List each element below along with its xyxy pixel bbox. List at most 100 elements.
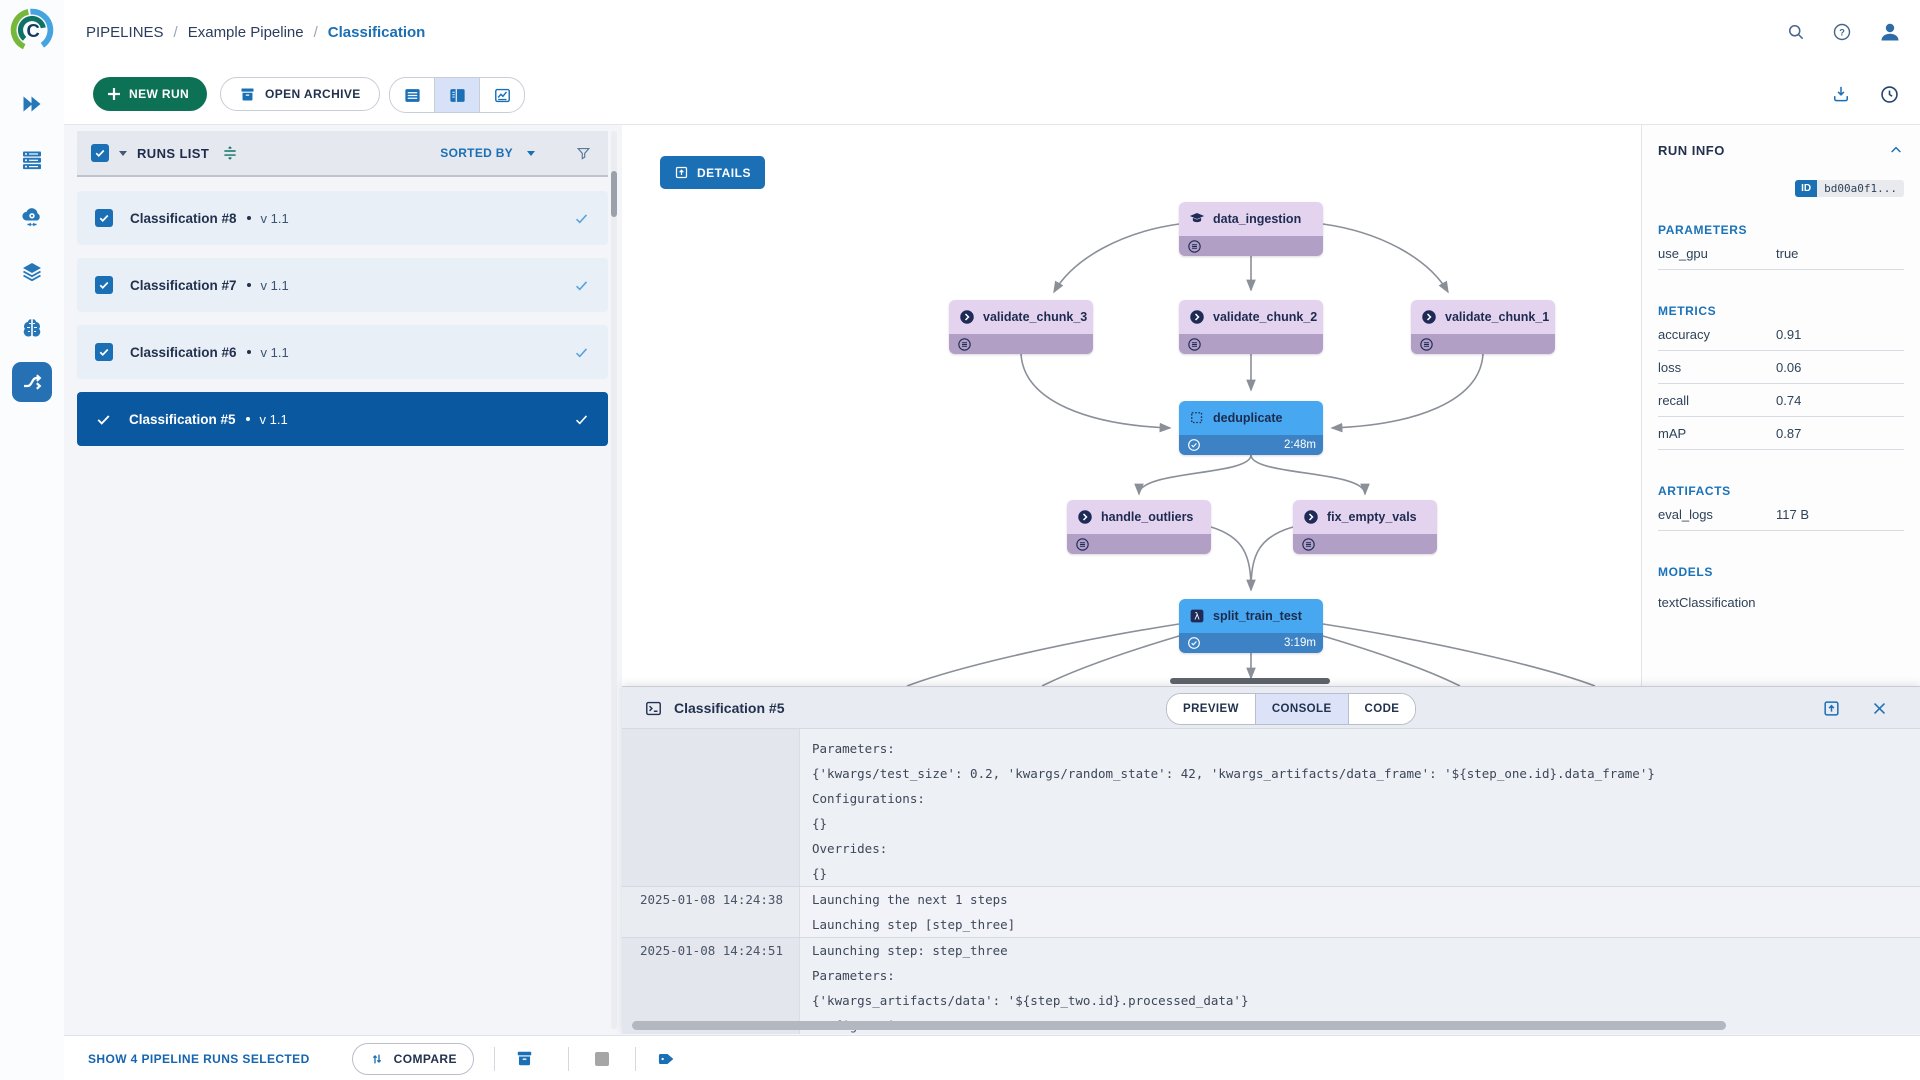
step-icon (1420, 308, 1438, 326)
split-view-button[interactable] (435, 78, 480, 112)
run-checkbox[interactable] (95, 209, 113, 227)
footer-bar: SHOW 4 PIPELINE RUNS SELECTED COMPARE (64, 1035, 1920, 1080)
sidebar-item-pipelines[interactable] (12, 362, 52, 402)
dag-node-fix-empty-vals[interactable]: fix_empty_vals (1293, 500, 1437, 554)
node-menu-icon[interactable] (1186, 336, 1203, 353)
node-menu-icon[interactable] (1186, 238, 1203, 255)
selection-summary[interactable]: SHOW 4 PIPELINE RUNS SELECTED (88, 1052, 310, 1066)
table-view-button[interactable] (390, 78, 435, 112)
run-version: v 1.1 (260, 210, 289, 226)
run-checkbox[interactable] (95, 343, 113, 361)
console-horizontal-scrollbar[interactable] (622, 1021, 1920, 1031)
metric-value: 0.74 (1776, 392, 1802, 408)
tab-code[interactable]: CODE (1348, 694, 1416, 724)
id-value: bd00a0f1... (1817, 180, 1904, 197)
app-window: PIPELINES / Example Pipeline / Classific… (0, 0, 1920, 1080)
close-icon[interactable] (1871, 700, 1888, 717)
run-id-chip[interactable]: ID bd00a0f1... (1658, 180, 1904, 197)
sorted-by-label[interactable]: SORTED BY (440, 146, 513, 160)
dag-node-validate-chunk-3[interactable]: validate_chunk_3 (949, 300, 1093, 354)
metric-value: 0.06 (1776, 359, 1802, 375)
node-menu-icon[interactable] (1418, 336, 1435, 353)
dag-node-validate-chunk-1[interactable]: validate_chunk_1 (1411, 300, 1555, 354)
dag-node-validate-chunk-2[interactable]: validate_chunk_2 (1179, 300, 1323, 354)
parameters-heading: PARAMETERS (1658, 223, 1748, 237)
download-icon[interactable] (1831, 84, 1851, 104)
open-panel-icon (674, 165, 689, 180)
node-menu-icon[interactable] (956, 336, 973, 353)
abort-icon[interactable] (594, 1051, 609, 1066)
details-button[interactable]: DETAILS (660, 156, 765, 189)
sidebar-item-projects[interactable] (20, 92, 44, 116)
select-all-checkbox[interactable] (91, 144, 109, 162)
dag-node-split-train-test[interactable]: λ split_train_test 3:19m (1179, 599, 1323, 653)
compare-button[interactable]: COMPARE (351, 1042, 474, 1075)
run-checkbox[interactable] (95, 276, 113, 294)
breadcrumb-pipelines[interactable]: PIPELINES (86, 24, 164, 41)
sidebar-item-experiments[interactable] (20, 260, 44, 284)
dag-node-handle-outliers[interactable]: handle_outliers (1067, 500, 1211, 554)
run-row-classification-8[interactable]: Classification #8 v 1.1 (77, 191, 608, 245)
artifact-row[interactable]: eval_logs 117 B (1658, 498, 1904, 531)
log-timestamp-gutter: 2025-01-08 14:24:51 (622, 938, 800, 1034)
sidebar-item-models[interactable] (20, 316, 44, 340)
chart-view-button[interactable] (480, 78, 524, 112)
toolbar-right-actions (1831, 64, 1900, 124)
model-item[interactable]: textClassification (1658, 595, 1904, 610)
breadcrumb-project[interactable]: Example Pipeline (188, 24, 304, 41)
run-row-classification-7[interactable]: Classification #7 v 1.1 (77, 258, 608, 312)
metric-value: 0.87 (1776, 425, 1802, 441)
node-menu-icon[interactable] (1074, 536, 1091, 553)
metric-row: accuracy 0.91 (1658, 318, 1904, 351)
search-icon[interactable] (1786, 22, 1806, 42)
dag-node-data-ingestion[interactable]: data_ingestion (1179, 202, 1323, 256)
filter-funnel-icon[interactable] (575, 145, 592, 162)
run-name: Classification #8 (130, 210, 237, 226)
dedup-icon (1188, 409, 1206, 427)
open-archive-button[interactable]: OPEN ARCHIVE (220, 77, 380, 111)
run-version: v 1.1 (260, 277, 289, 293)
node-menu-icon[interactable] (1300, 536, 1317, 553)
expand-panel-icon[interactable] (1822, 699, 1841, 718)
clearml-logo[interactable]: C (9, 7, 55, 53)
log-line: {'kwargs_artifacts/data': '${step_two.id… (812, 993, 1249, 1008)
run-row-classification-6[interactable]: Classification #6 v 1.1 (77, 325, 608, 379)
select-all-caret-icon[interactable] (119, 150, 127, 156)
console-tabs: PREVIEW CONSOLE CODE (1166, 693, 1417, 725)
dag-node-deduplicate[interactable]: deduplicate 2:48m (1179, 401, 1323, 455)
plus-icon (107, 87, 121, 101)
run-name: Classification #7 (130, 277, 237, 293)
runs-list-scrollbar[interactable] (611, 131, 617, 1029)
step-icon (1076, 508, 1094, 526)
artifacts-heading: ARTIFACTS (1658, 484, 1731, 498)
tab-preview[interactable]: PREVIEW (1167, 694, 1256, 724)
dag-horizontal-scrollbar[interactable] (1170, 678, 1330, 684)
auto-refresh-icon[interactable] (1879, 84, 1900, 105)
log-block: 2025-01-08 14:24:38 Launching the next 1… (622, 886, 1920, 937)
user-avatar-icon[interactable] (1878, 20, 1902, 44)
dot-separator (245, 417, 250, 421)
breadcrumb: PIPELINES / Example Pipeline / Classific… (86, 0, 425, 64)
collapse-panel-icon[interactable] (1888, 142, 1904, 158)
log-block: 2025-01-08 14:24:51 Launching step: step… (622, 937, 1920, 1034)
node-duration: 2:48m (1284, 439, 1316, 451)
sidebar-item-datasets[interactable] (20, 148, 44, 172)
sidebar-item-hyper-datasets[interactable] (20, 204, 44, 228)
step-icon (958, 308, 976, 326)
archive-action-icon[interactable] (515, 1049, 534, 1068)
customize-list-icon[interactable] (221, 144, 239, 162)
help-icon[interactable]: ? (1832, 22, 1852, 42)
svg-text:λ: λ (1194, 611, 1200, 622)
tag-icon[interactable] (656, 1049, 676, 1069)
run-row-classification-5-selected[interactable]: Classification #5 v 1.1 (77, 392, 608, 446)
log-line: Launching step: step_three (812, 943, 1008, 958)
console-log-body[interactable]: Parameters: {'kwargs/test_size': 0.2, 'k… (622, 729, 1920, 1034)
log-line: Launching step [step_three] (812, 917, 1016, 932)
log-timestamp-gutter: 2025-01-08 14:24:38 (622, 887, 800, 937)
archive-icon (239, 86, 256, 103)
top-bar-actions: ? (1786, 0, 1902, 64)
tab-console[interactable]: CONSOLE (1255, 694, 1349, 724)
sorted-by-caret-icon[interactable] (527, 150, 535, 156)
run-checkbox[interactable] (95, 411, 112, 428)
new-run-button[interactable]: NEW RUN (93, 77, 208, 111)
